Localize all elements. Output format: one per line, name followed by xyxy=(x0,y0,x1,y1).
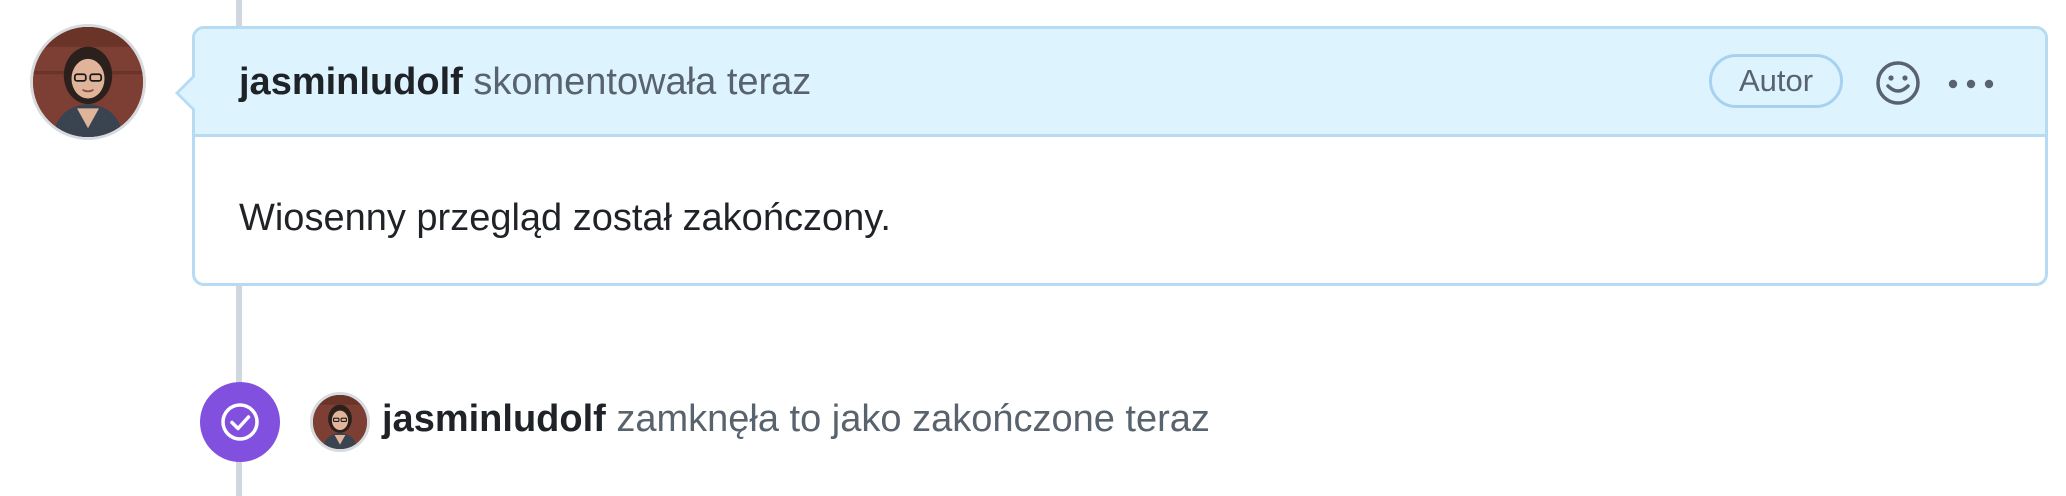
comment-header-text: jasminludolf skomentowała teraz xyxy=(239,59,811,105)
closed-event-badge xyxy=(200,382,280,462)
event-description: zamknęła to jako zakończone teraz xyxy=(616,398,1210,440)
issue-timeline: jasminludolf skomentowała teraz Autor Wi… xyxy=(0,0,2066,496)
comment-timestamp[interactable]: skomentowała teraz xyxy=(473,61,811,103)
author-badge: Autor xyxy=(1709,54,1843,108)
comment-author-link[interactable]: jasminludolf xyxy=(239,61,463,103)
comment-card: jasminludolf skomentowała teraz Autor Wi… xyxy=(175,26,2048,286)
add-reaction-button[interactable] xyxy=(1873,58,1923,108)
event-author-avatar[interactable] xyxy=(310,392,370,452)
comment-body: Wiosenny przegląd został zakończony. xyxy=(239,197,891,239)
avatar-image xyxy=(313,395,367,449)
comment-options-button[interactable] xyxy=(1943,64,1999,104)
check-circle-icon xyxy=(221,403,259,441)
kebab-horizontal-icon xyxy=(1948,79,1994,89)
comment-pointer-fill xyxy=(179,76,196,110)
event-author-link[interactable]: jasminludolf xyxy=(382,398,606,440)
avatar-image xyxy=(33,27,143,137)
smiley-icon xyxy=(1876,61,1920,105)
comment-author-avatar[interactable] xyxy=(30,24,146,140)
closed-event-text: jasminludolf zamknęła to jako zakończone… xyxy=(382,396,1210,442)
comment-header: jasminludolf skomentowała teraz Autor xyxy=(179,29,2045,137)
